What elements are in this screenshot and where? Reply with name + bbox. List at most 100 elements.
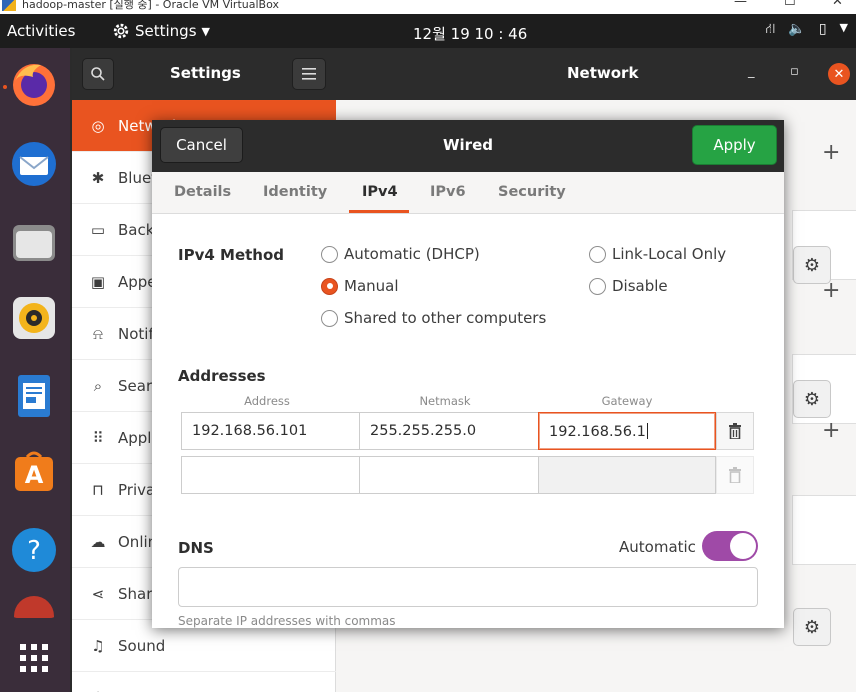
hamburger-icon	[302, 68, 316, 80]
grid-icon: ⠿	[92, 428, 104, 447]
tab-ipv6[interactable]: IPv6	[430, 184, 466, 200]
active-tab-indicator	[349, 210, 409, 213]
app-menu-label: Settings	[135, 22, 197, 40]
gear-icon: ⚙	[803, 254, 821, 276]
files-icon[interactable]	[8, 216, 60, 268]
app-menu[interactable]: Settings ▼	[112, 22, 210, 40]
column-header-netmask: Netmask	[419, 394, 471, 408]
network-icon: ◎	[91, 116, 105, 135]
new-address-field[interactable]	[181, 456, 360, 494]
system-tray[interactable]: ⛙ 🔈 ▯ ▼	[766, 21, 848, 39]
proxy-settings-button[interactable]: ⚙	[793, 608, 831, 646]
close-window-button[interactable]: ✕	[828, 63, 850, 85]
background-icon: ▭	[90, 220, 106, 239]
apply-button[interactable]: Apply	[692, 125, 777, 165]
column-header-address: Address	[244, 394, 290, 408]
share-icon: ⋖	[91, 584, 105, 603]
delete-empty-row-button[interactable]	[716, 456, 754, 494]
tab-ipv4[interactable]: IPv4	[362, 184, 398, 200]
radio-button	[321, 309, 338, 327]
add-proxy-icon[interactable]: +	[822, 418, 840, 443]
maximize-icon[interactable]: ▫	[790, 64, 799, 79]
new-gateway-field[interactable]	[538, 456, 716, 494]
radio-link-local[interactable]: Link-Local Only	[589, 245, 726, 263]
dns-automatic-switch[interactable]	[702, 531, 758, 561]
thunderbird-icon[interactable]	[8, 138, 60, 190]
maximize-icon[interactable]: ☐	[784, 0, 796, 9]
radio-label: Link-Local Only	[612, 245, 727, 263]
help-icon[interactable]: ?	[8, 524, 60, 576]
clock[interactable]: 12월 19 10 : 46	[413, 23, 527, 44]
settings-title: Settings	[170, 64, 241, 82]
sidebar-item-label: Power	[118, 689, 163, 692]
gateway-value: 192.168.56.1	[549, 424, 646, 440]
add-connection-icon[interactable]: +	[822, 140, 840, 165]
radio-button	[589, 245, 606, 263]
radio-label: Shared to other computers	[344, 309, 547, 327]
ubuntu-software-icon[interactable]: A	[8, 446, 60, 498]
close-icon[interactable]: ✕	[832, 0, 843, 9]
virtualbox-icon	[2, 0, 16, 11]
radio-shared[interactable]: Shared to other computers	[321, 309, 546, 327]
dialog-title: Wired	[443, 136, 493, 154]
sidebar-item-power[interactable]: ⏻ Power	[72, 672, 336, 692]
new-netmask-field[interactable]	[359, 456, 539, 494]
radio-disable[interactable]: Disable	[589, 277, 668, 295]
music-note-icon: ♫	[91, 636, 105, 655]
address-field[interactable]: 192.168.56.101	[181, 412, 360, 450]
vpn-settings-button[interactable]: ⚙	[793, 380, 831, 418]
tab-details[interactable]: Details	[174, 184, 231, 200]
dns-hint: Separate IP addresses with commas	[178, 614, 396, 628]
rhythmbox-icon[interactable]	[8, 292, 60, 344]
lock-icon: ⊓	[92, 480, 104, 499]
addresses-label: Addresses	[178, 367, 266, 385]
gateway-field[interactable]: 192.168.56.1	[538, 412, 716, 450]
search-button[interactable]	[82, 58, 114, 90]
show-apps-icon[interactable]	[8, 632, 60, 684]
tab-security[interactable]: Security	[498, 184, 566, 200]
activities-button[interactable]: Activities	[7, 22, 75, 40]
delete-address-button[interactable]	[716, 412, 754, 450]
netmask-field[interactable]: 255.255.255.0	[359, 412, 539, 450]
text-cursor	[646, 423, 648, 439]
dialog-tabs: Details Identity IPv4 IPv6 Security	[152, 172, 784, 214]
radio-button-selected	[321, 277, 338, 295]
dialog-headerbar: Cancel Wired Apply	[152, 120, 784, 172]
chevron-down-icon: ▼	[201, 24, 210, 38]
window-title: hadoop-master [실행 중] - Oracle VM Virtual…	[22, 0, 279, 11]
libreoffice-writer-icon[interactable]	[8, 370, 60, 422]
trash-icon	[729, 423, 741, 439]
network-icon: ⛙	[765, 21, 776, 37]
gear-icon	[113, 23, 129, 39]
virtualbox-titlebar: hadoop-master [실행 중] - Oracle VM Virtual…	[0, 0, 856, 14]
dns-input[interactable]	[178, 567, 758, 607]
dock: A ?	[0, 48, 70, 692]
appearance-icon: ▣	[90, 272, 106, 291]
firefox-icon[interactable]	[8, 58, 60, 110]
radio-manual[interactable]: Manual	[321, 277, 399, 295]
dns-automatic-label: Automatic	[619, 538, 696, 556]
trash-dock-icon[interactable]	[8, 596, 60, 618]
sidebar-item-label: Sound	[118, 636, 166, 655]
search-icon: ⌕	[93, 376, 103, 395]
radio-button	[321, 245, 338, 263]
bluetooth-icon: ✱	[91, 168, 105, 187]
trash-icon	[729, 467, 741, 483]
running-indicator	[3, 85, 7, 89]
power-icon: ⏻	[88, 689, 108, 692]
minimize-icon[interactable]: _	[748, 64, 755, 79]
switch-knob	[730, 533, 756, 559]
dns-label: DNS	[178, 539, 214, 557]
proxy-card	[792, 495, 856, 565]
radio-label: Manual	[344, 277, 399, 295]
add-vpn-icon[interactable]: +	[822, 278, 840, 303]
tab-identity[interactable]: Identity	[263, 184, 327, 200]
battery-icon: ▯	[818, 21, 827, 37]
minimize-icon[interactable]: —	[734, 0, 747, 9]
settings-headerbar: Settings Network _ ▫ ✕	[72, 48, 856, 100]
panel-title: Network	[567, 64, 639, 82]
hamburger-menu-button[interactable]	[292, 58, 326, 90]
cloud-icon: ☁	[90, 532, 106, 551]
radio-automatic-dhcp[interactable]: Automatic (DHCP)	[321, 245, 480, 263]
ipv4-method-label: IPv4 Method	[178, 246, 285, 264]
